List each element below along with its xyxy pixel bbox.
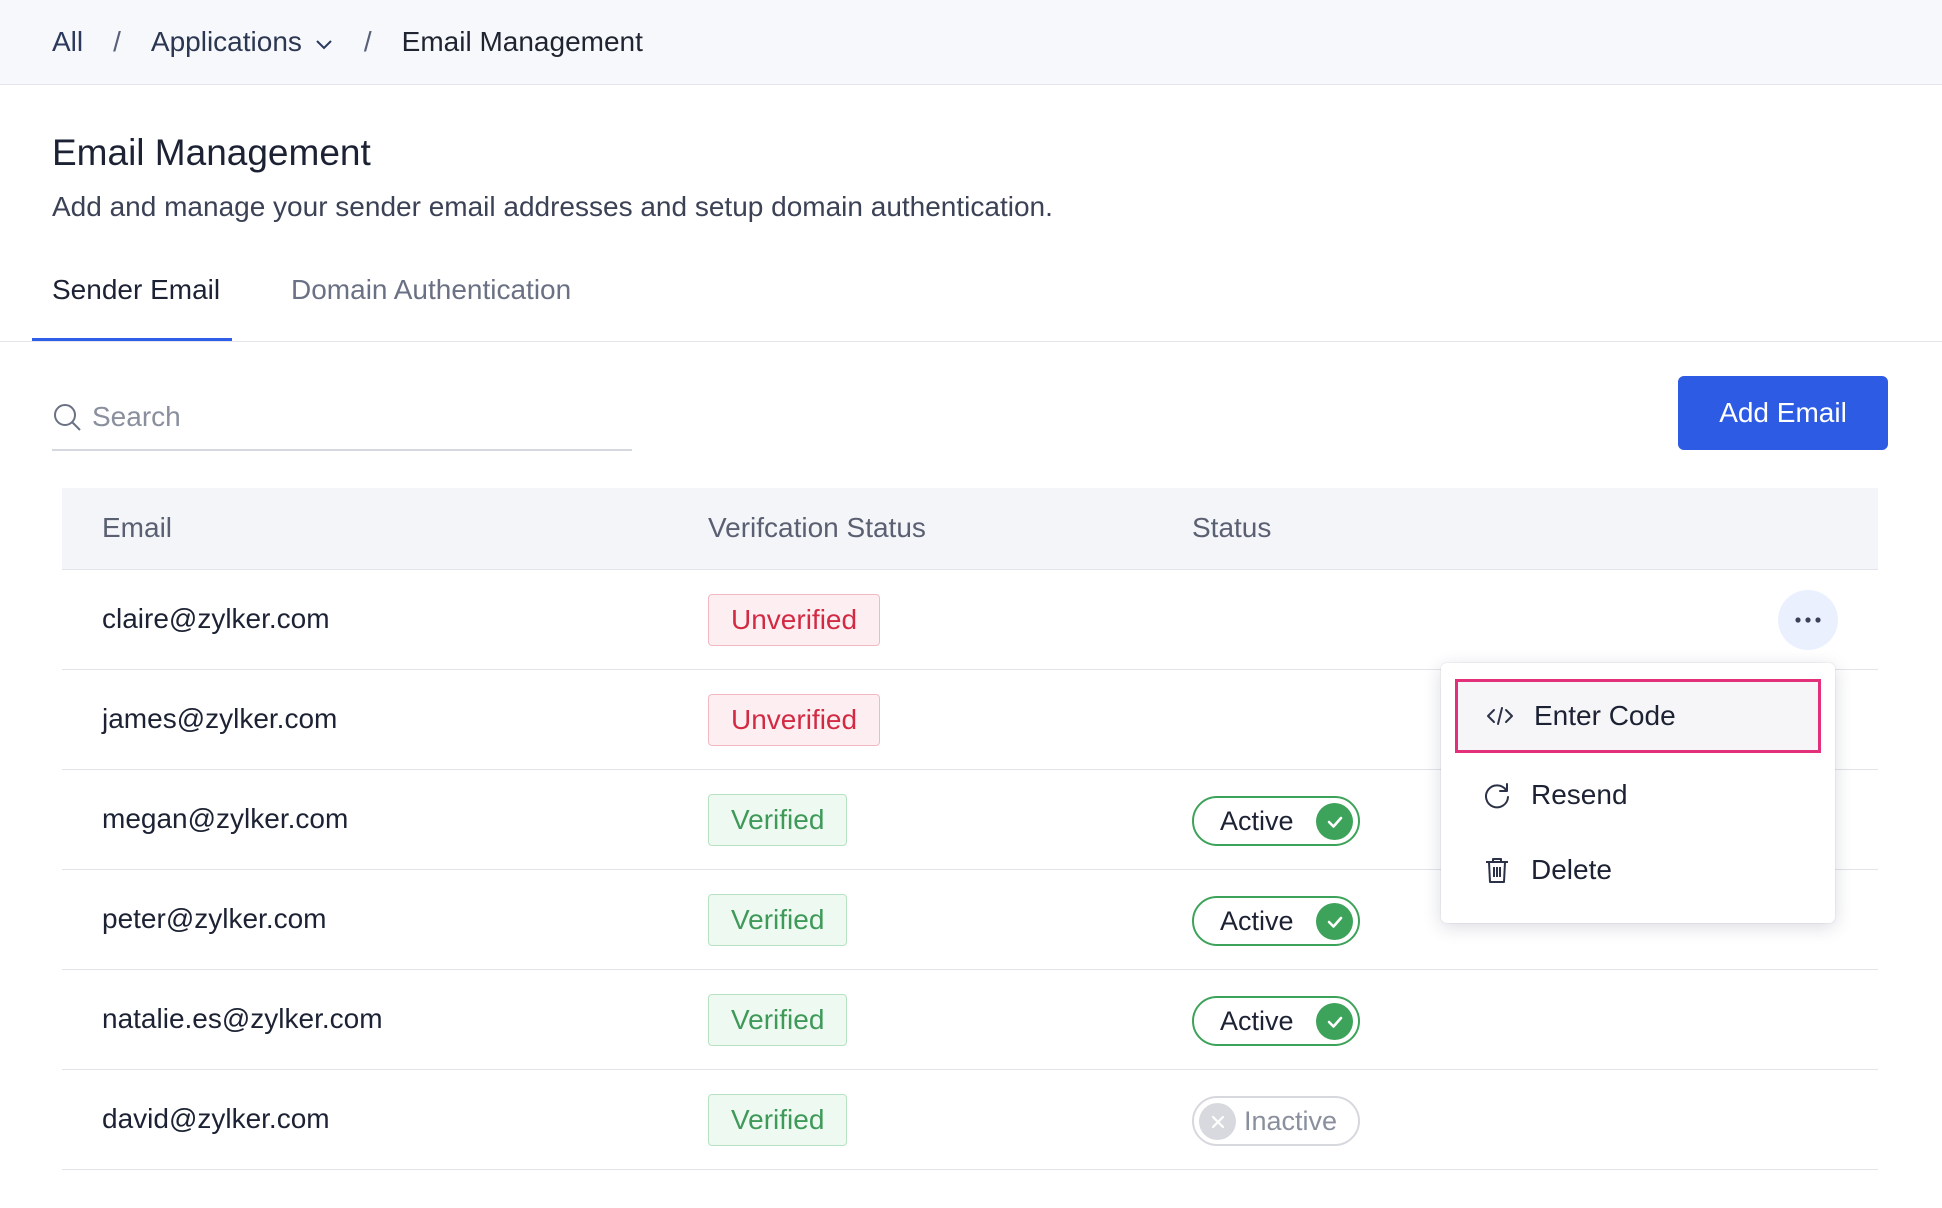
trash-icon — [1483, 856, 1511, 884]
search-input[interactable] — [92, 401, 592, 433]
breadcrumb: All / Applications / Email Management — [0, 0, 1942, 85]
search-icon — [52, 402, 82, 432]
chevron-down-icon — [314, 26, 334, 58]
email-cell: peter@zylker.com — [102, 903, 327, 934]
active-tab-indicator — [32, 338, 232, 341]
status-toggle[interactable]: Inactive — [1192, 1096, 1360, 1146]
search-box — [52, 385, 632, 451]
breadcrumb-current: Email Management — [401, 26, 643, 57]
column-header-verification-status: Verifcation Status — [708, 512, 926, 543]
email-cell: david@zylker.com — [102, 1103, 330, 1134]
tab-bar: Sender Email Domain Authentication — [0, 262, 1942, 342]
code-icon — [1486, 702, 1514, 730]
column-header-email: Email — [102, 512, 173, 543]
status-toggle[interactable]: Active — [1192, 896, 1360, 946]
breadcrumb-applications-dropdown[interactable]: Applications — [151, 26, 334, 58]
table-header: Email Verifcation Status Status — [62, 488, 1878, 570]
tab-sender-email[interactable]: Sender Email — [52, 274, 220, 306]
add-email-button[interactable]: Add Email — [1678, 376, 1888, 450]
column-header-status: Status — [1192, 512, 1272, 543]
table-row: david@zylker.com Verified Inactive — [62, 1070, 1878, 1170]
breadcrumb-applications-label: Applications — [150, 26, 302, 57]
tab-domain-authentication[interactable]: Domain Authentication — [291, 274, 571, 306]
status-toggle-label: Inactive — [1244, 1105, 1338, 1136]
row-more-actions-button[interactable] — [1778, 590, 1838, 650]
table-row: claire@zylker.com Unverified — [62, 570, 1878, 670]
more-horizontal-icon — [1793, 611, 1823, 629]
email-cell: james@zylker.com — [102, 703, 338, 734]
page-subtitle: Add and manage your sender email address… — [52, 191, 1053, 222]
breadcrumb-all[interactable]: All — [52, 26, 83, 58]
email-cell: natalie.es@zylker.com — [102, 1003, 383, 1034]
status-toggle-label: Active — [1220, 905, 1294, 936]
verification-badge: Unverified — [708, 594, 881, 646]
table-row: natalie.es@zylker.com Verified Active — [62, 970, 1878, 1070]
breadcrumb-separator: / — [113, 26, 121, 57]
status-toggle[interactable]: Active — [1192, 796, 1360, 846]
close-icon — [1199, 1103, 1236, 1140]
menu-item-delete[interactable]: Delete — [1455, 833, 1821, 907]
email-management-page: All / Applications / Email Management Em… — [0, 0, 1942, 1208]
refresh-icon — [1483, 781, 1511, 809]
breadcrumb-separator: / — [363, 26, 372, 57]
check-icon — [1316, 803, 1353, 840]
status-toggle[interactable]: Active — [1192, 996, 1360, 1046]
email-cell: megan@zylker.com — [102, 803, 349, 834]
row-actions-menu: Enter Code Resend Delete — [1441, 663, 1835, 923]
menu-item-resend[interactable]: Resend — [1455, 758, 1821, 832]
menu-item-label: Resend — [1531, 779, 1628, 810]
status-toggle-label: Active — [1220, 1005, 1294, 1036]
verification-badge: Verified — [708, 794, 848, 846]
verification-badge: Verified — [708, 894, 848, 946]
menu-item-label: Enter Code — [1534, 700, 1676, 731]
menu-item-enter-code[interactable]: Enter Code — [1455, 679, 1821, 753]
email-cell: claire@zylker.com — [102, 603, 330, 634]
verification-badge: Verified — [708, 994, 848, 1046]
verification-badge: Verified — [708, 1094, 848, 1146]
verification-badge: Unverified — [708, 694, 881, 746]
check-icon — [1316, 1003, 1353, 1040]
menu-item-label: Delete — [1531, 854, 1612, 885]
status-toggle-label: Active — [1220, 805, 1294, 836]
check-icon — [1316, 903, 1353, 940]
page-title: Email Management — [52, 132, 371, 173]
